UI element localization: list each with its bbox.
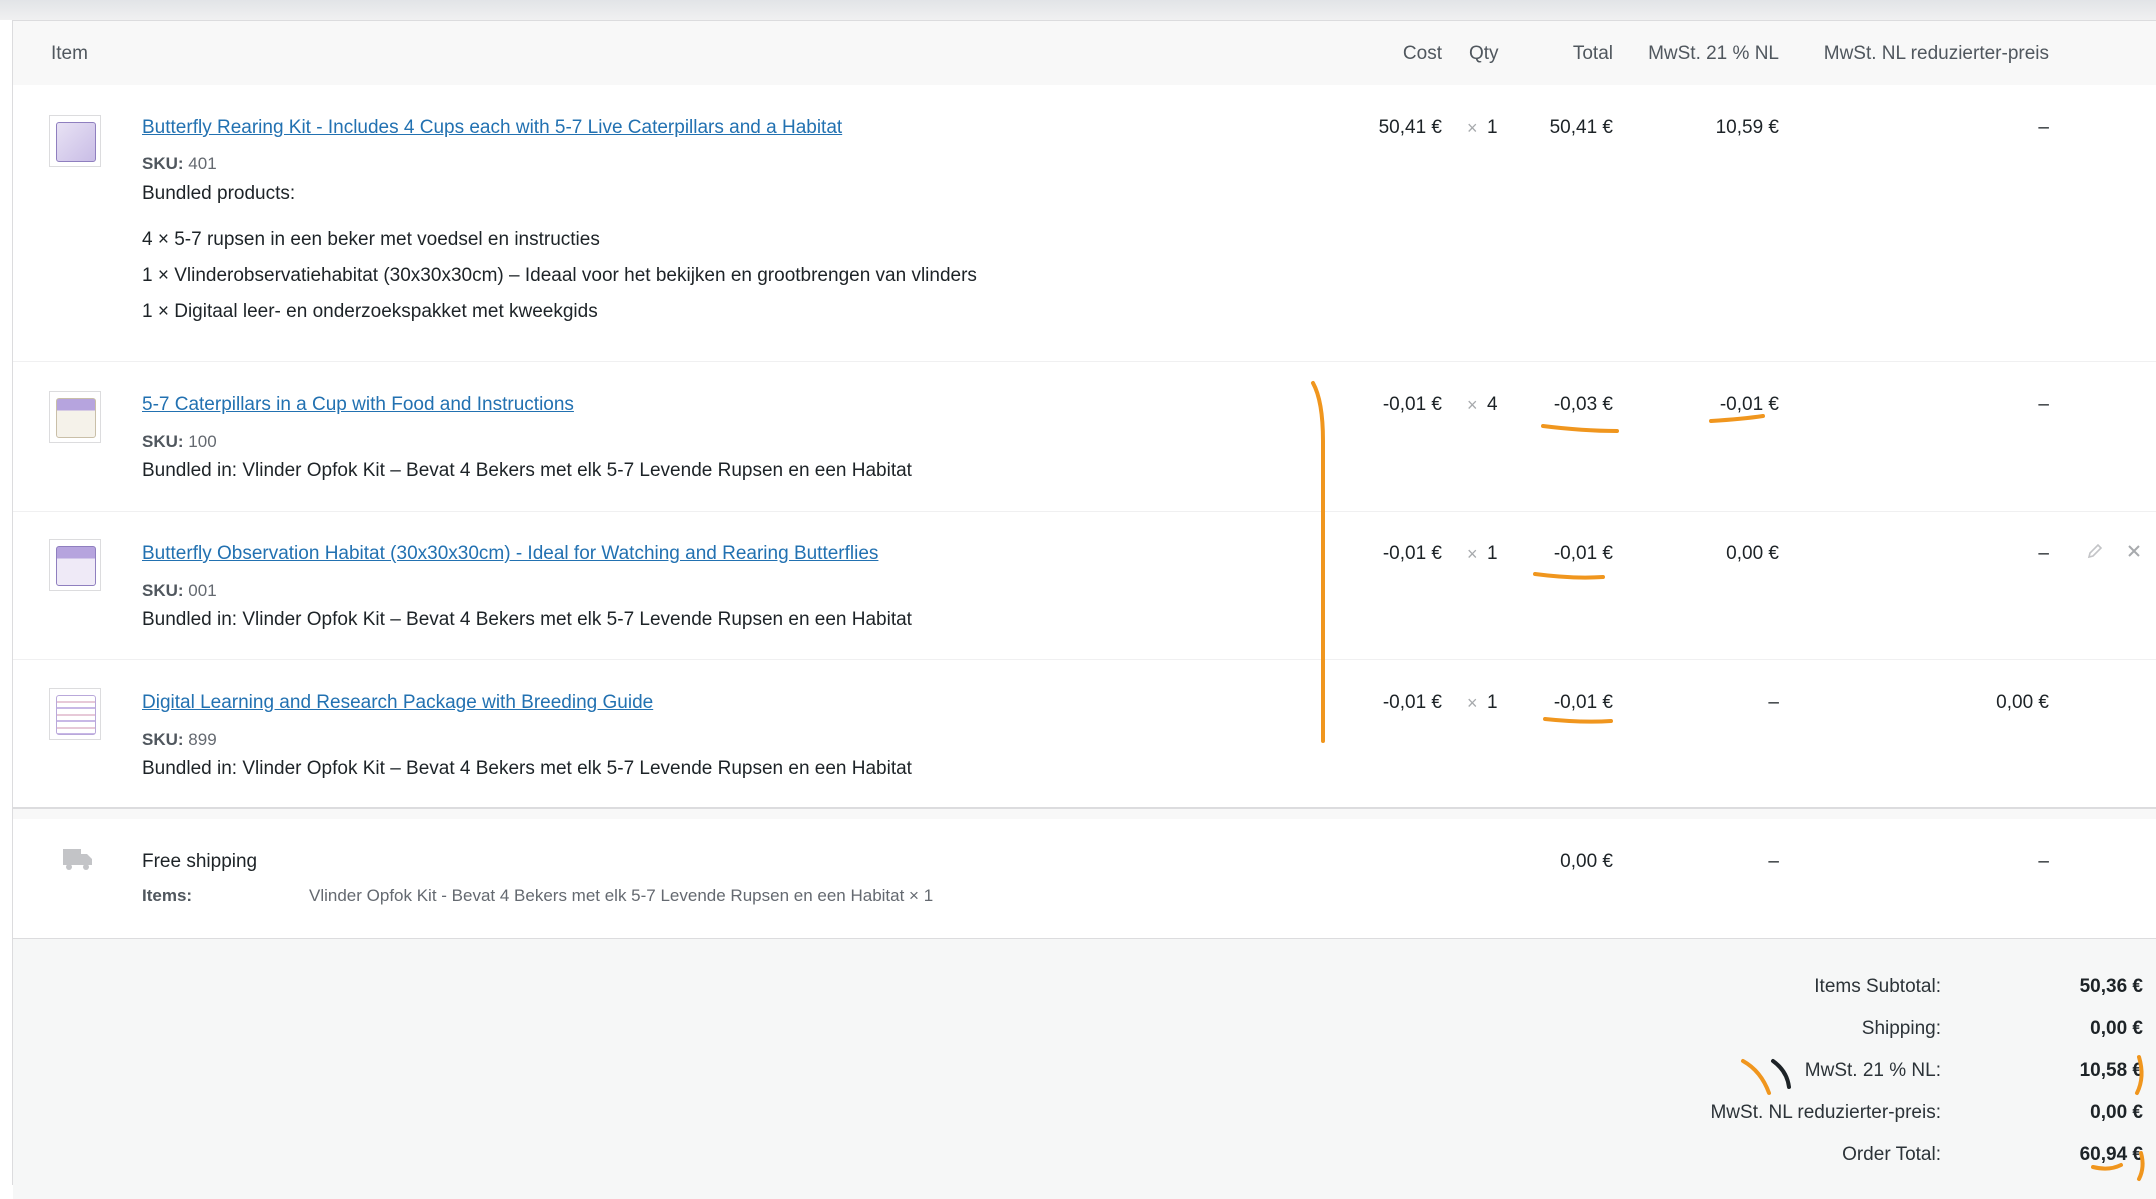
annotation-overlay: [1311, 381, 2145, 1181]
order-items-panel: Item Cost Qty Total MwSt. 21 % NL MwSt. …: [12, 20, 2156, 1199]
top-bar: [0, 0, 2156, 20]
